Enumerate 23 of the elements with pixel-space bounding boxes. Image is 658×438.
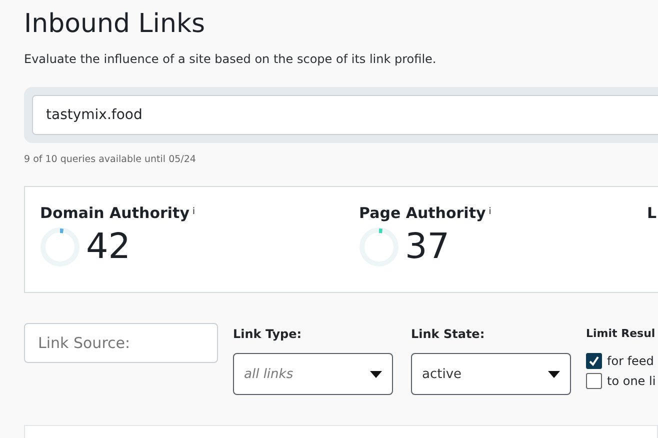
checkbox-label: for feed xyxy=(607,353,654,370)
page-subtitle: Evaluate the influence of a site based on the scope of its link profile. xyxy=(24,51,438,68)
link-source-field[interactable]: Link Source: xyxy=(24,323,218,364)
info-icon[interactable]: i xyxy=(192,206,195,217)
checkbox[interactable] xyxy=(586,353,602,370)
link-type-select[interactable]: all links xyxy=(233,353,393,396)
metric-label: L xyxy=(647,204,657,222)
metric-value: 42 xyxy=(86,227,131,268)
checkbox[interactable] xyxy=(586,373,602,390)
metric-label: Page Authority xyxy=(359,204,486,222)
caret-icon xyxy=(548,370,560,378)
quota-text: 9 of 10 queries available until 05/24 xyxy=(24,153,197,167)
info-icon[interactable]: i xyxy=(488,206,492,217)
metric-label: Domain Authority xyxy=(40,204,190,222)
limit-results-label: Limit Resul xyxy=(586,326,656,342)
checkbox-label: to one li xyxy=(607,373,656,390)
metric-value: 37 xyxy=(405,227,450,268)
link-state-label: Link State: xyxy=(411,326,486,342)
link-type-label: Link Type: xyxy=(233,326,303,342)
caret-icon xyxy=(370,370,382,378)
link-state-select[interactable]: active xyxy=(411,353,571,396)
page-title: Inbound Links xyxy=(24,8,206,41)
search-field[interactable]: tastymix.food xyxy=(32,95,658,135)
